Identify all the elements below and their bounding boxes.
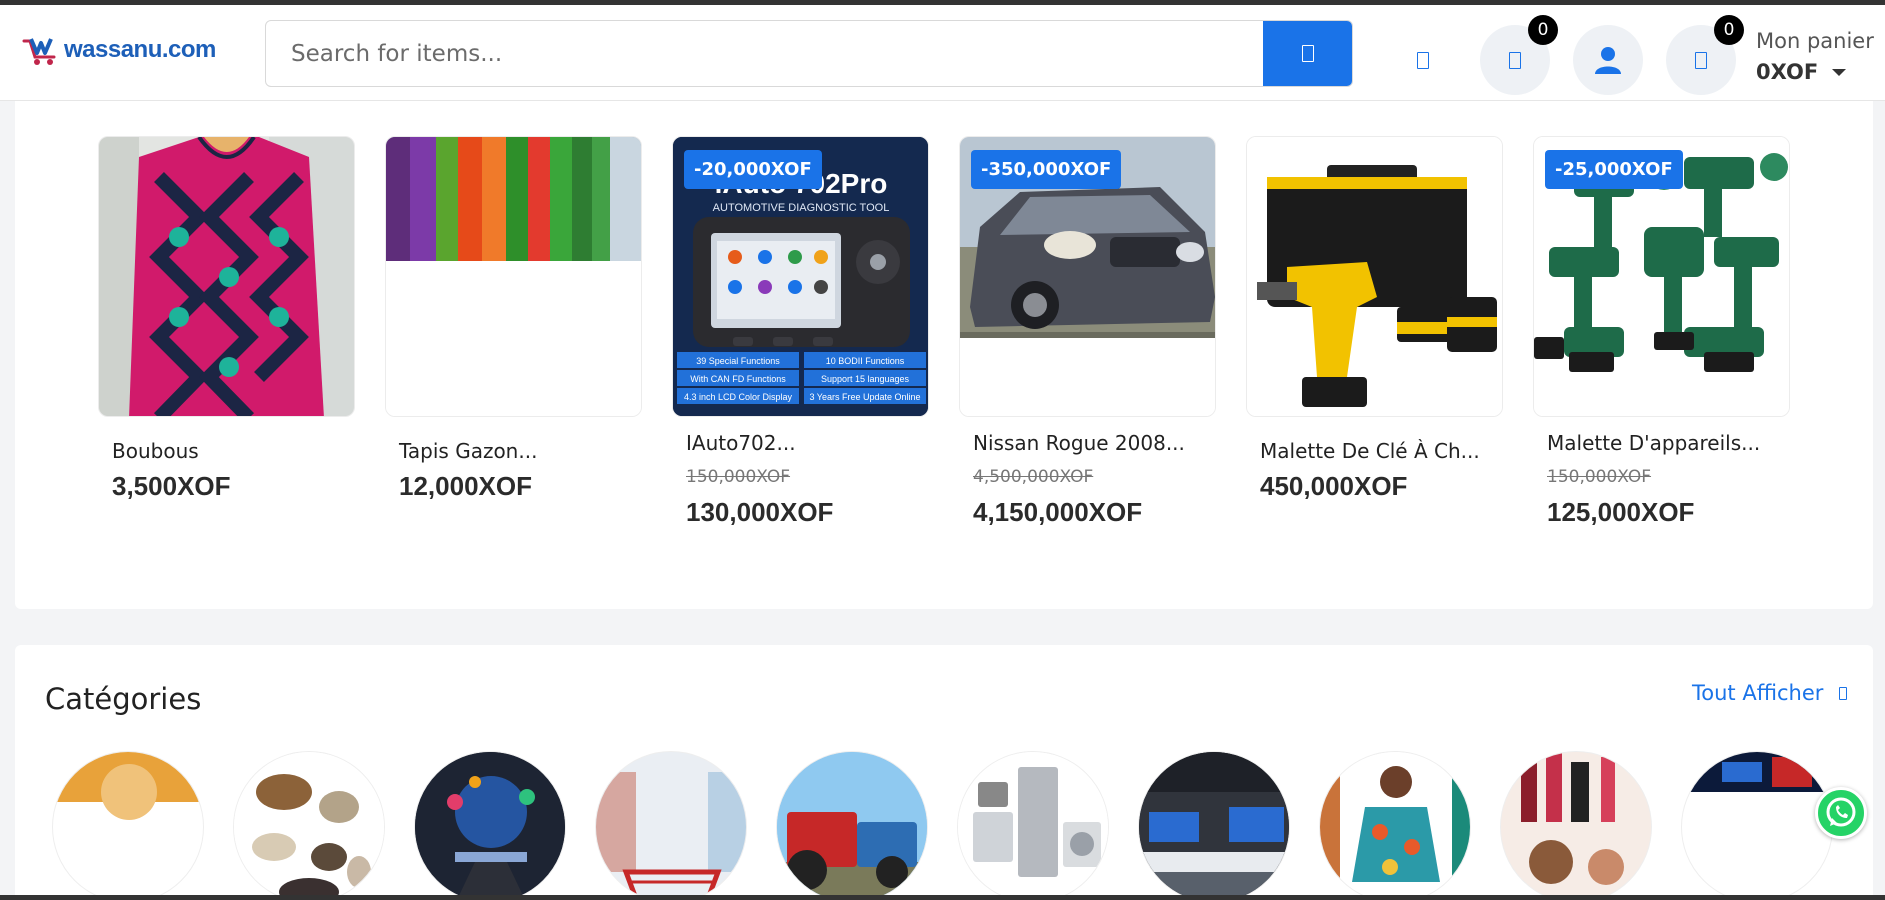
search-bar	[265, 20, 1353, 87]
product-image[interactable]: iAuto 702Pro AUTOMOTIVE DIAGNOSTIC TOOL …	[672, 136, 929, 417]
category-circle[interactable]	[776, 751, 928, 900]
product-old-price: 150,000XOF	[686, 467, 791, 487]
product-name[interactable]: Malette De Clé À Ch...	[1260, 439, 1503, 463]
product-name[interactable]: IAuto702...	[686, 431, 929, 455]
window-bottom-edge	[0, 895, 1885, 900]
categories-section: Catégories Tout Afficher	[15, 645, 1873, 900]
product-price: 125,000XOF	[1547, 497, 1695, 527]
search-icon	[1301, 45, 1314, 62]
section-title: Catégories	[45, 682, 202, 716]
product-price: 450,000XOF	[1260, 471, 1408, 501]
search-button[interactable]	[1263, 21, 1352, 86]
product-image[interactable]	[98, 136, 355, 417]
search-input[interactable]	[266, 21, 1264, 86]
see-all-link[interactable]: Tout Afficher	[1692, 681, 1848, 705]
whatsapp-icon	[1826, 797, 1856, 827]
cart-button[interactable]: 0	[1666, 15, 1744, 95]
compare-icon	[1417, 51, 1429, 69]
cart-icon	[1695, 51, 1707, 69]
wishlist-button[interactable]: 0	[1480, 15, 1558, 95]
discount-badge: -350,000XOF	[971, 150, 1122, 189]
discount-badge: -20,000XOF	[684, 150, 822, 189]
feature-label: 4.3 inch LCD Color Display	[684, 392, 793, 402]
category-circle[interactable]	[957, 751, 1109, 900]
product-image[interactable]: -350,000XOF	[959, 136, 1216, 417]
feature-label: Support 15 languages	[821, 374, 910, 384]
product-image[interactable]	[1246, 136, 1503, 417]
product-image[interactable]	[385, 136, 642, 417]
category-circle[interactable]	[1319, 751, 1471, 900]
product-card[interactable]: -25,000XOF Malette D'appareils... 150,00…	[1533, 136, 1790, 528]
category-circle[interactable]	[233, 751, 385, 900]
product-card[interactable]: Tapis Gazon... 12,000XOF	[385, 136, 642, 502]
account-button[interactable]	[1573, 25, 1643, 95]
product-old-price: 4,500,000XOF	[973, 467, 1094, 487]
product-card[interactable]: iAuto 702Pro AUTOMOTIVE DIAGNOSTIC TOOL …	[672, 136, 929, 528]
cart-total-dropdown[interactable]: 0XOF	[1756, 60, 1847, 84]
site-header: wassanu.com 0 0 Mon panier 0XOF	[0, 5, 1885, 101]
product-name[interactable]: Nissan Rogue 2008...	[973, 431, 1216, 455]
category-circle[interactable]	[1681, 751, 1833, 900]
product-name[interactable]: Boubous	[112, 439, 355, 463]
feature-label: 10 BODII Functions	[826, 356, 905, 366]
product-card[interactable]: -350,000XOF Nissan Rogue 2008... 4,500,0…	[959, 136, 1216, 528]
product-price: 12,000XOF	[399, 471, 532, 501]
see-all-label: Tout Afficher	[1692, 681, 1824, 705]
arrow-right-icon	[1839, 686, 1848, 700]
site-logo[interactable]: wassanu.com	[22, 33, 216, 67]
user-icon	[1595, 47, 1621, 74]
category-circle[interactable]	[1138, 751, 1290, 900]
product-carousel: Boubous 3,500XOF Tapis Gazon... 12,000XO…	[15, 101, 1873, 609]
logo-text: wassanu.com	[64, 36, 216, 63]
product-price: 3,500XOF	[112, 471, 231, 501]
cart-total-value: 0XOF	[1756, 60, 1819, 84]
product-old-price: 150,000XOF	[1547, 467, 1652, 487]
feature-label: 39 Special Functions	[696, 356, 780, 366]
product-name[interactable]: Tapis Gazon...	[399, 439, 642, 463]
category-circle[interactable]	[595, 751, 747, 900]
compare-button[interactable]	[1388, 25, 1458, 95]
category-circle[interactable]	[1500, 751, 1652, 900]
feature-label: 3 Years Free Update Online	[809, 392, 920, 402]
product-name[interactable]: Malette D'appareils...	[1547, 431, 1790, 455]
image-product-subtitle: AUTOMOTIVE DIAGNOSTIC TOOL	[713, 202, 890, 214]
product-card[interactable]: Malette De Clé À Ch... 450,000XOF	[1246, 136, 1503, 502]
product-price: 4,150,000XOF	[973, 497, 1143, 527]
chevron-down-icon	[1832, 68, 1847, 76]
discount-badge: -25,000XOF	[1545, 150, 1683, 189]
product-price: 130,000XOF	[686, 497, 834, 527]
cart-logo-icon	[22, 38, 56, 65]
whatsapp-chat-button[interactable]	[1815, 787, 1867, 839]
product-card[interactable]: Boubous 3,500XOF	[98, 136, 355, 502]
cart-label: Mon panier	[1756, 29, 1874, 53]
category-circle[interactable]	[52, 751, 204, 900]
wishlist-count-badge: 0	[1528, 15, 1558, 45]
product-image[interactable]: -25,000XOF	[1533, 136, 1790, 417]
cart-count-badge: 0	[1714, 15, 1744, 45]
heart-icon	[1509, 51, 1521, 69]
category-circle[interactable]	[414, 751, 566, 900]
feature-label: With CAN FD Functions	[690, 374, 786, 384]
